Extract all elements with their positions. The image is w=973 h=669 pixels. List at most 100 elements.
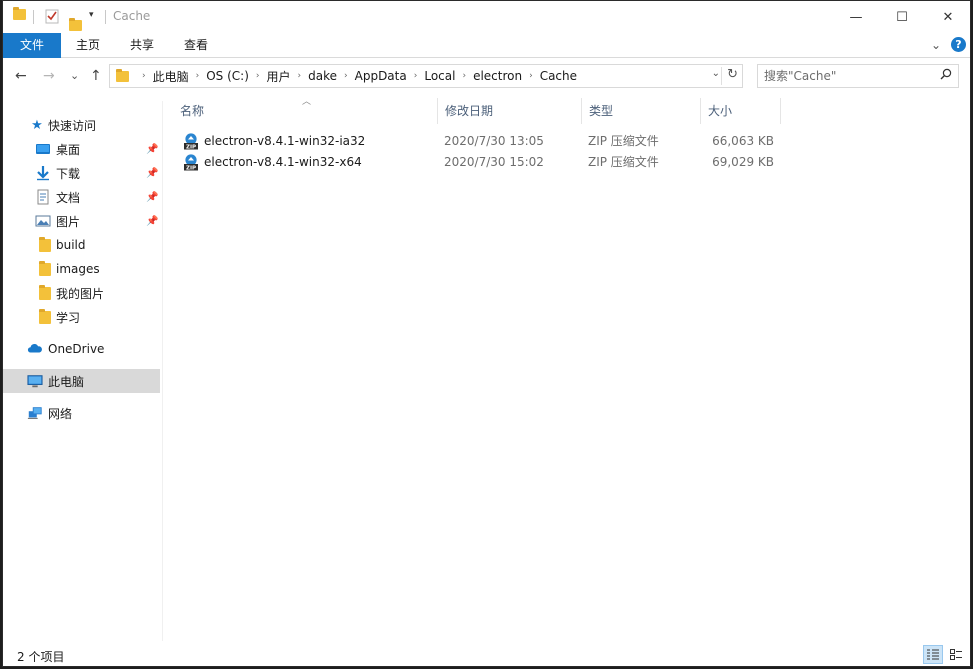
file-name: electron-v8.4.1-win32-x64: [204, 155, 362, 169]
minimize-button[interactable]: —: [833, 1, 879, 33]
close-button[interactable]: ✕: [925, 1, 970, 33]
zip-file-icon: ZIP: [184, 154, 198, 171]
breadcrumb-cache[interactable]: Cache: [540, 69, 577, 83]
chevron-right-icon[interactable]: ›: [455, 71, 473, 81]
chevron-right-icon[interactable]: ›: [522, 71, 540, 81]
folder-icon: [37, 260, 53, 277]
file-date: 2020/7/30 13:05: [444, 134, 544, 148]
item-count: 2 个项目: [17, 650, 65, 664]
sidebar-item-images[interactable]: images: [3, 257, 160, 281]
desktop-icon: [36, 144, 50, 154]
breadcrumb-os-c[interactable]: OS (C:): [206, 69, 249, 83]
sidebar-item-pictures[interactable]: 图片 📌: [3, 209, 160, 233]
column-header-type[interactable]: 类型: [582, 98, 701, 124]
tab-view[interactable]: 查看: [169, 33, 223, 58]
navigation-bar: ← → ⌄ ↑ › 此电脑 › OS (C:) › 用户 › dake › Ap…: [3, 58, 970, 94]
chevron-right-icon[interactable]: ›: [135, 71, 153, 81]
file-row[interactable]: ZIP electron-v8.4.1-win32-x64 2020/7/30 …: [173, 152, 783, 173]
chevron-right-icon[interactable]: ›: [337, 71, 355, 81]
svg-text:ZIP: ZIP: [186, 145, 196, 150]
search-input[interactable]: [764, 68, 934, 84]
folder-icon: [13, 7, 26, 20]
pin-icon[interactable]: 📌: [146, 216, 158, 227]
back-button[interactable]: ←: [15, 68, 27, 84]
file-size: 66,063 KB: [712, 134, 774, 148]
sidebar-item-onedrive[interactable]: OneDrive: [3, 337, 160, 361]
sidebar-item-quick-access[interactable]: ★ 快速访问: [3, 113, 160, 137]
computer-icon: [27, 375, 43, 388]
folder-icon: [37, 308, 53, 325]
star-icon: ★: [31, 117, 43, 133]
forward-button[interactable]: →: [43, 68, 55, 84]
search-box[interactable]: [757, 64, 959, 88]
download-icon: [37, 166, 49, 181]
breadcrumb-users[interactable]: 用户: [267, 68, 291, 85]
breadcrumb-appdata[interactable]: AppData: [355, 69, 407, 83]
network-icon: [27, 407, 42, 419]
chevron-right-icon[interactable]: ›: [407, 71, 425, 81]
column-header-date[interactable]: 修改日期: [438, 98, 582, 124]
tab-share[interactable]: 共享: [115, 33, 169, 58]
sidebar-item-my-pictures[interactable]: 我的图片: [3, 281, 160, 305]
folder-icon: [37, 236, 53, 253]
sidebar-item-documents[interactable]: 文档 📌: [3, 185, 160, 209]
chevron-right-icon[interactable]: ›: [249, 71, 267, 81]
details-view-icon: [927, 649, 939, 660]
breadcrumb-local[interactable]: Local: [424, 69, 455, 83]
navigation-pane: ★ 快速访问 桌面 📌 下载 📌 文档 📌 图片 📌 build images …: [3, 101, 163, 641]
file-name: electron-v8.4.1-win32-ia32: [204, 134, 366, 148]
maximize-button[interactable]: ☐: [879, 1, 925, 33]
large-icons-view-icon: [950, 649, 962, 660]
sidebar-item-build[interactable]: build: [3, 233, 160, 257]
help-icon[interactable]: ?: [951, 37, 966, 52]
chevron-right-icon[interactable]: ›: [291, 71, 309, 81]
cloud-icon: [27, 344, 42, 353]
sidebar-item-downloads[interactable]: 下载 📌: [3, 161, 160, 185]
new-folder-icon[interactable]: [69, 18, 82, 31]
file-row[interactable]: ZIP electron-v8.4.1-win32-ia32 2020/7/30…: [173, 131, 783, 152]
divider: [33, 10, 34, 24]
sidebar-item-this-pc[interactable]: 此电脑: [3, 369, 160, 393]
sidebar-item-study[interactable]: 学习: [3, 305, 160, 329]
large-icons-view-button[interactable]: [946, 645, 966, 664]
column-headers: ︿ 名称 修改日期 类型 大小: [173, 97, 953, 124]
breadcrumb-electron[interactable]: electron: [473, 69, 522, 83]
up-button[interactable]: ↑: [90, 68, 102, 84]
svg-text:ZIP: ZIP: [186, 166, 196, 171]
refresh-icon[interactable]: ↻: [727, 67, 738, 82]
file-date: 2020/7/30 15:02: [444, 155, 544, 169]
divider: [105, 10, 106, 24]
window-title: Cache: [113, 9, 151, 23]
address-dropdown-icon[interactable]: ⌄: [712, 68, 720, 79]
tab-file[interactable]: 文件: [3, 33, 61, 58]
recent-locations-button[interactable]: ⌄: [70, 69, 79, 82]
properties-icon[interactable]: [45, 9, 59, 24]
chevron-right-icon[interactable]: ›: [189, 71, 207, 81]
file-explorer-window: ▾ Cache — ☐ ✕ 文件 主页 共享 查看 ⌄ ? ← → ⌄ ↑ › …: [2, 0, 971, 667]
column-header-size[interactable]: 大小: [701, 98, 781, 124]
document-icon: [37, 189, 49, 205]
search-icon[interactable]: [940, 68, 952, 80]
divider: [721, 67, 722, 85]
folder-icon: [37, 284, 53, 301]
file-size: 69,029 KB: [712, 155, 774, 169]
zip-file-icon: ZIP: [184, 133, 198, 150]
sidebar-item-desktop[interactable]: 桌面 📌: [3, 137, 160, 161]
title-bar: ▾ Cache — ☐ ✕: [3, 1, 970, 33]
picture-icon: [35, 215, 51, 227]
tab-home[interactable]: 主页: [61, 33, 115, 58]
breadcrumb-this-pc[interactable]: 此电脑: [153, 68, 189, 85]
customize-toolbar-icon[interactable]: ▾: [89, 10, 94, 20]
address-bar[interactable]: › 此电脑 › OS (C:) › 用户 › dake › AppData › …: [109, 64, 743, 88]
pin-icon[interactable]: 📌: [146, 144, 158, 155]
file-type: ZIP 压缩文件: [588, 134, 659, 148]
ribbon-tabs: 文件 主页 共享 查看 ⌄ ?: [3, 33, 970, 58]
pin-icon[interactable]: 📌: [146, 168, 158, 179]
sidebar-item-network[interactable]: 网络: [3, 401, 160, 425]
breadcrumb-dake[interactable]: dake: [308, 69, 337, 83]
details-view-button[interactable]: [923, 645, 943, 664]
expand-ribbon-icon[interactable]: ⌄: [931, 38, 941, 52]
pin-icon[interactable]: 📌: [146, 192, 158, 203]
column-header-name[interactable]: 名称: [173, 98, 438, 124]
folder-icon: [116, 68, 129, 82]
